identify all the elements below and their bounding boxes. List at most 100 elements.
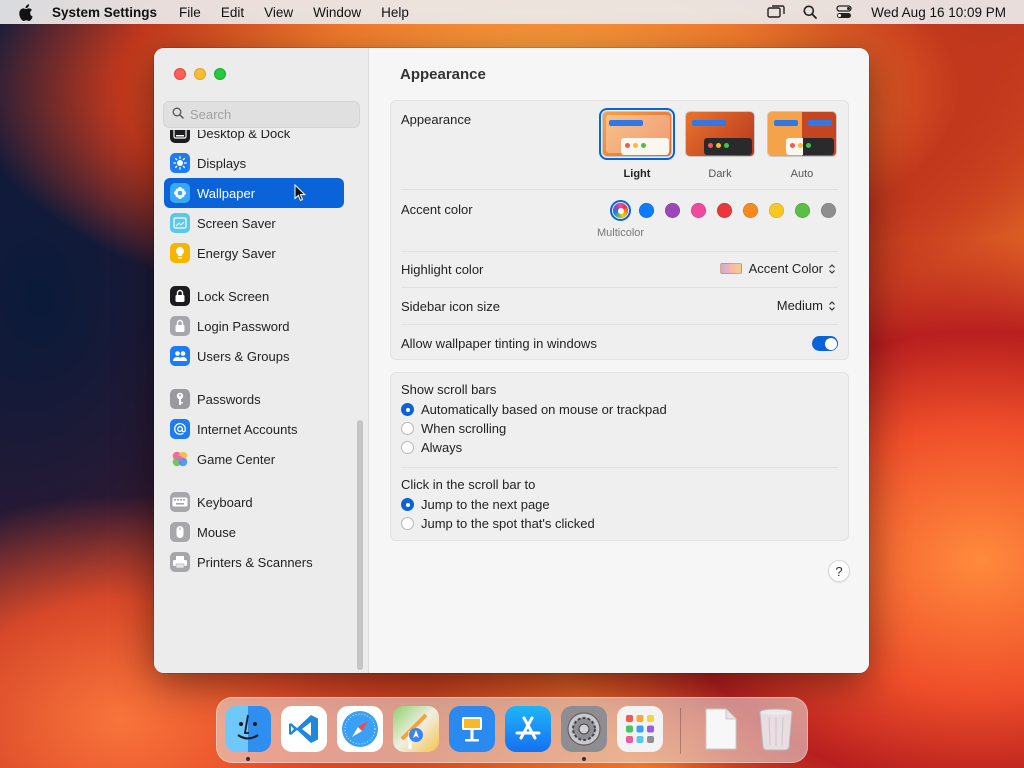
radio-label: Automatically based on mouse or trackpad — [421, 402, 667, 417]
radio-button[interactable] — [401, 441, 414, 454]
search-field[interactable] — [163, 101, 360, 128]
sidebar-item-printers-scanners[interactable]: Printers & Scanners — [164, 547, 344, 577]
printer-icon — [170, 552, 190, 572]
wallpaper-tinting-toggle[interactable] — [812, 336, 838, 351]
accent-swatch-orange[interactable] — [743, 203, 758, 218]
radio-button[interactable] — [401, 422, 414, 435]
sidebar-list: Desktop & Dock Displays Wallpaper Screen… — [164, 130, 344, 670]
radio-button[interactable] — [401, 403, 414, 416]
finder-icon[interactable] — [225, 706, 271, 752]
sidebar-item-label: Displays — [197, 155, 247, 171]
sidebar-item-wallpaper[interactable]: Wallpaper — [164, 178, 344, 208]
sidebar-item-internet-accounts[interactable]: Internet Accounts — [164, 414, 344, 444]
theme-option-auto[interactable]: Auto — [765, 111, 839, 180]
document-icon[interactable] — [697, 706, 743, 752]
sidebar-item-users-groups[interactable]: Users & Groups — [164, 341, 344, 371]
main-panel: Appearance Appearance Light Dark Auto Ac… — [370, 48, 869, 673]
sidebar-item-game-center[interactable]: Game Center — [164, 444, 344, 474]
sidebar: Desktop & Dock Displays Wallpaper Screen… — [154, 48, 369, 673]
highlight-color-popup[interactable]: Accent Color — [719, 261, 836, 276]
light-theme-thumbnail — [599, 108, 675, 160]
radio-button[interactable] — [401, 517, 414, 530]
safari-icon[interactable] — [337, 706, 383, 752]
sidebar-item-label: Keyboard — [197, 494, 253, 510]
menu-help[interactable]: Help — [381, 5, 409, 20]
sidebar-item-label: Energy Saver — [197, 245, 276, 261]
control-center-icon[interactable] — [835, 4, 853, 20]
sidebar-item-desktop-dock[interactable]: Desktop & Dock — [164, 130, 344, 148]
menu-edit[interactable]: Edit — [221, 5, 244, 20]
sidebar-item-displays[interactable]: Displays — [164, 148, 344, 178]
sidebar-item-keyboard[interactable]: Keyboard — [164, 487, 344, 517]
radio-jump-next-page[interactable]: Jump to the next page — [401, 497, 550, 512]
login-password-icon — [170, 316, 190, 336]
help-button[interactable]: ? — [828, 560, 850, 582]
zoom-window-button[interactable] — [214, 68, 226, 80]
maps-icon[interactable] — [393, 706, 439, 752]
sidebar-item-lock-screen[interactable]: Lock Screen — [164, 281, 344, 311]
highlight-swatch — [719, 263, 742, 274]
running-indicator — [246, 757, 250, 761]
game-center-icon — [170, 449, 190, 469]
sidebar-item-mouse[interactable]: Mouse — [164, 517, 344, 547]
sidebar-item-energy-saver[interactable]: Energy Saver — [164, 238, 344, 268]
sidebar-scrollbar[interactable] — [356, 420, 364, 670]
menu-bar: System Settings File Edit View Window He… — [0, 0, 1024, 24]
radio-scroll-when-scrolling[interactable]: When scrolling — [401, 421, 506, 436]
app-store-icon[interactable] — [505, 706, 551, 752]
scroll-bars-group: Show scroll bars Automatically based on … — [390, 372, 849, 541]
sidebar-item-label: Users & Groups — [197, 348, 290, 364]
trash-icon[interactable] — [753, 706, 799, 752]
menu-view[interactable]: View — [264, 5, 293, 20]
sidebar-item-label: Lock Screen — [197, 288, 270, 304]
displays-icon — [170, 153, 190, 173]
accent-swatch-pink[interactable] — [691, 203, 706, 218]
accent-swatch-purple[interactable] — [665, 203, 680, 218]
appearance-label: Appearance — [401, 112, 472, 127]
theme-option-light[interactable]: Light — [599, 108, 675, 180]
divider — [401, 251, 838, 252]
accent-swatch-graphite[interactable] — [821, 203, 836, 218]
mouse-icon — [170, 522, 190, 542]
vscode-icon[interactable] — [281, 706, 327, 752]
sidebar-icon-size-popup[interactable]: Medium — [777, 298, 836, 313]
sidebar-item-screen-saver[interactable]: Screen Saver — [164, 208, 344, 238]
highlight-color-value: Accent Color — [748, 261, 823, 276]
accent-swatch-multicolor[interactable] — [610, 200, 631, 221]
menu-file[interactable]: File — [179, 5, 201, 20]
sidebar-item-label: Desktop & Dock — [197, 130, 291, 141]
launchpad-icon[interactable] — [617, 706, 663, 752]
sidebar-item-passwords[interactable]: Passwords — [164, 384, 344, 414]
sidebar-scroll-thumb[interactable] — [357, 420, 363, 670]
system-settings-icon[interactable] — [561, 706, 607, 752]
screen-mirroring-icon[interactable] — [767, 4, 785, 20]
accent-swatch-red[interactable] — [717, 203, 732, 218]
minimize-window-button[interactable] — [194, 68, 206, 80]
theme-label-light: Light — [623, 168, 651, 180]
accent-swatch-blue[interactable] — [639, 203, 654, 218]
sidebar-item-login-password[interactable]: Login Password — [164, 311, 344, 341]
spotlight-icon[interactable] — [801, 4, 819, 20]
apple-menu-icon[interactable] — [18, 3, 34, 21]
window-controls — [174, 68, 234, 80]
accent-swatch-yellow[interactable] — [769, 203, 784, 218]
radio-scroll-always[interactable]: Always — [401, 440, 462, 455]
accent-swatch-green[interactable] — [795, 203, 810, 218]
dock-icon — [170, 130, 190, 143]
keynote-icon[interactable] — [449, 706, 495, 752]
theme-option-dark[interactable]: Dark — [683, 111, 757, 180]
search-input[interactable] — [190, 107, 350, 122]
divider — [401, 287, 838, 288]
chevron-updown-icon — [828, 263, 836, 275]
keyboard-icon — [170, 492, 190, 512]
at-icon — [170, 419, 190, 439]
menubar-clock[interactable]: Wed Aug 16 10:09 PM — [871, 5, 1006, 20]
menu-window[interactable]: Window — [313, 5, 361, 20]
radio-jump-spot-clicked[interactable]: Jump to the spot that's clicked — [401, 516, 595, 531]
app-name-menu[interactable]: System Settings — [52, 5, 157, 20]
radio-button[interactable] — [401, 498, 414, 511]
radio-label: Always — [421, 440, 463, 455]
sidebar-item-label: Printers & Scanners — [197, 554, 313, 570]
radio-scroll-automatic[interactable]: Automatically based on mouse or trackpad — [401, 402, 667, 417]
close-window-button[interactable] — [174, 68, 186, 80]
